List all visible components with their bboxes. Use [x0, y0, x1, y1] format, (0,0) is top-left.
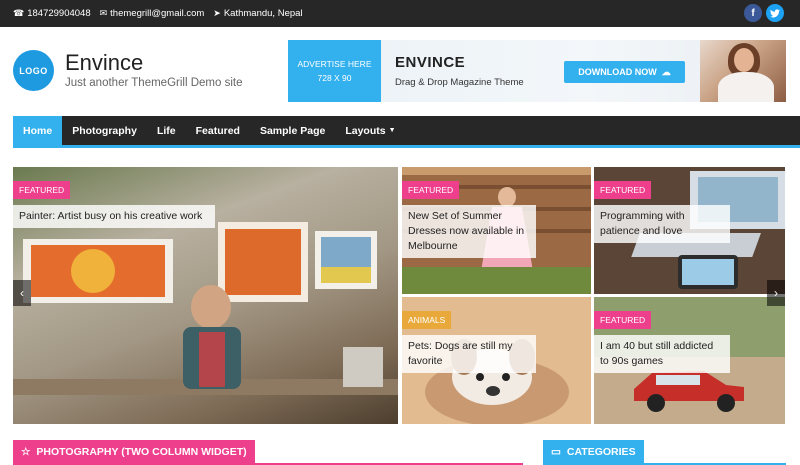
slider-prev-button[interactable]: ‹: [13, 280, 31, 306]
photo-body: [718, 72, 774, 102]
site-header: LOGO Envince Just another ThemeGrill Dem…: [0, 27, 800, 116]
nav-item-photography[interactable]: Photography: [62, 116, 147, 145]
nav-item-layouts[interactable]: Layouts ▼: [335, 116, 405, 145]
slide-tile-summer-dresses[interactable]: FEATURED New Set of Summer Dresses now a…: [402, 167, 591, 294]
envelope-icon: ✉: [99, 8, 108, 18]
top-bar: ☎ 184729904048 ✉ themegrill@gmail.com ➤ …: [0, 0, 800, 27]
download-label: DOWNLOAD NOW: [578, 67, 657, 77]
post-title[interactable]: New Set of Summer Dresses now available …: [402, 205, 536, 258]
post-title[interactable]: Pets: Dogs are still my favorite: [402, 335, 536, 373]
category-badge[interactable]: FEATURED: [594, 181, 652, 199]
photo-face: [734, 48, 754, 72]
photography-widget-label: PHOTOGRAPHY (TWO COLUMN WIDGET): [36, 446, 247, 458]
contact-info: ☎ 184729904048 ✉ themegrill@gmail.com ➤ …: [13, 0, 303, 27]
ad-label: ADVERTISE HERE 728 X 90: [288, 40, 381, 102]
ad-brand: ENVINCE: [395, 54, 466, 71]
category-badge[interactable]: FEATURED: [594, 311, 652, 329]
category-badge[interactable]: FEATURED: [402, 181, 460, 199]
phone-text: 184729904048: [27, 8, 91, 19]
cloud-download-icon: ☁: [661, 66, 671, 77]
site-logo[interactable]: LOGO: [13, 50, 54, 91]
slide-tile-programming[interactable]: FEATURED Programming with patience and l…: [594, 167, 785, 294]
email-info[interactable]: ✉ themegrill@gmail.com: [100, 8, 205, 19]
main-navigation: Home Photography Life Featured Sample Pa…: [13, 116, 800, 148]
post-title[interactable]: I am 40 but still addicted to 90s games: [594, 335, 730, 373]
download-now-button[interactable]: DOWNLOAD NOW ☁: [564, 61, 685, 83]
twitter-bird-icon: [770, 8, 780, 17]
star-icon: ☆: [21, 446, 31, 458]
post-title[interactable]: Programming with patience and love: [594, 205, 730, 243]
nav-featured-label: Featured: [195, 124, 240, 137]
nav-home-label: Home: [23, 124, 53, 137]
nav-item-home[interactable]: Home: [13, 116, 63, 145]
post-title[interactable]: Painter: Artist busy on his creative wor…: [13, 205, 215, 228]
email-text[interactable]: themegrill@gmail.com: [110, 8, 204, 19]
ad-label-line2: 728 X 90: [317, 73, 352, 83]
nav-item-featured[interactable]: Featured: [186, 116, 250, 145]
location-text: Kathmandu, Nepal: [223, 8, 303, 19]
nav-life-label: Life: [156, 124, 176, 137]
chevron-left-icon: ‹: [20, 286, 24, 300]
location-arrow-icon: ➤: [213, 8, 221, 18]
categories-widget-label: CATEGORIES: [566, 446, 636, 458]
social-links: f: [744, 4, 784, 22]
site-title[interactable]: Envince: [65, 50, 143, 76]
nav-sample-page-label: Sample Page: [259, 124, 326, 137]
twitter-icon[interactable]: [766, 4, 784, 22]
slider-next-button[interactable]: ›: [767, 280, 785, 306]
slide-tile-painter[interactable]: FEATURED Painter: Artist busy on his cre…: [13, 167, 398, 424]
facebook-icon[interactable]: f: [744, 4, 762, 22]
site-description: Just another ThemeGrill Demo site: [65, 77, 243, 89]
category-badge[interactable]: FEATURED: [13, 181, 71, 199]
slide-tile-90s-games[interactable]: FEATURED I am 40 but still addicted to 9…: [594, 297, 785, 424]
ad-label-line1: ADVERTISE HERE: [297, 59, 372, 69]
category-badge[interactable]: ANIMALS: [402, 311, 452, 329]
nav-layouts-label: Layouts: [345, 124, 386, 137]
ad-woman-photo: [700, 40, 786, 102]
featured-slider: FEATURED Painter: Artist busy on his cre…: [13, 167, 785, 425]
caret-down-icon: ▼: [388, 127, 396, 134]
chevron-right-icon: ›: [774, 286, 778, 300]
nav-photography-label: Photography: [72, 124, 137, 137]
categories-widget-header: ▭ CATEGORIES: [543, 440, 786, 465]
folder-icon: ▭: [551, 446, 561, 458]
header-advertisement[interactable]: ADVERTISE HERE 728 X 90 ENVINCE Drag & D…: [288, 40, 786, 102]
phone-info: ☎ 184729904048: [13, 8, 91, 19]
nav-item-sample-page[interactable]: Sample Page: [250, 116, 335, 145]
nav-item-life[interactable]: Life: [147, 116, 186, 145]
ad-tagline: Drag & Drop Magazine Theme: [395, 77, 524, 88]
photography-widget-header: ☆ PHOTOGRAPHY (TWO COLUMN WIDGET): [13, 440, 523, 465]
categories-widget-title: ▭ CATEGORIES: [543, 440, 644, 464]
phone-icon: ☎: [13, 8, 25, 18]
location-info: ➤ Kathmandu, Nepal: [213, 8, 302, 19]
slide-tile-pets[interactable]: ANIMALS Pets: Dogs are still my favorite: [402, 297, 591, 424]
photography-widget-title: ☆ PHOTOGRAPHY (TWO COLUMN WIDGET): [13, 440, 255, 464]
